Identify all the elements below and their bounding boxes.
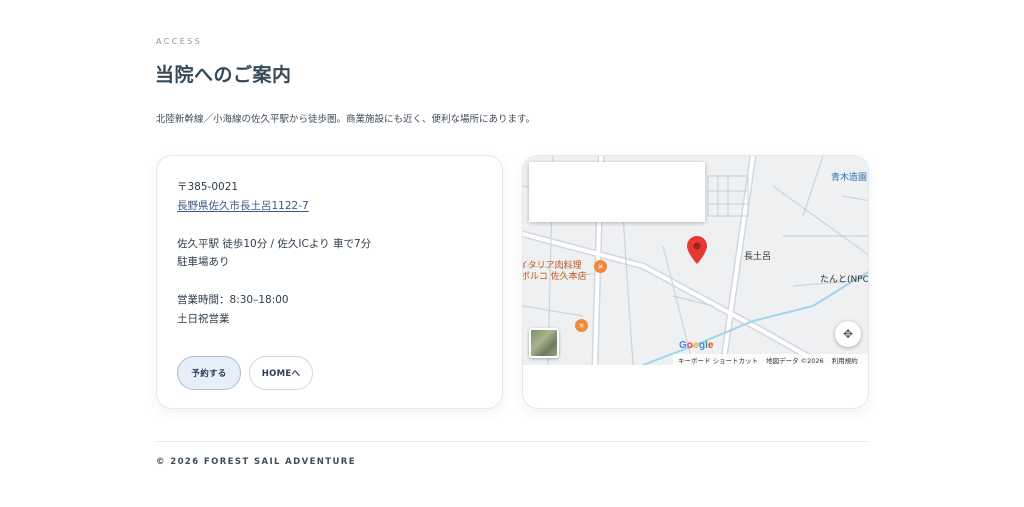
- map-label-aoki: 青木造園: [831, 173, 868, 183]
- keyboard-shortcuts-link[interactable]: キーボード ショートカット: [678, 355, 758, 365]
- embedded-map[interactable]: 青木造園 長土呂 たんと(NPO イタリア肉料理 ボルコ 佐久本店 ✕ ✕ ✥ …: [523, 156, 869, 365]
- lead-text: 北陸新幹線／小海線の佐久平駅から徒歩圏。商業施設にも近く、便利な場所にあります。: [156, 114, 536, 125]
- restaurant-poi-icon-2[interactable]: ✕: [575, 319, 588, 332]
- map-pan-control-icon[interactable]: ✥: [835, 321, 861, 347]
- map-label-restaurant-2: ボルコ 佐久本店: [523, 272, 587, 282]
- map-label-tando: たんと(NPO: [820, 275, 869, 285]
- address-link[interactable]: 長野県佐久市長土呂1122-7: [177, 198, 309, 213]
- parking-text: 駐車場あり: [177, 256, 230, 268]
- satellite-toggle-thumbnail[interactable]: [529, 328, 559, 358]
- page-title: 当院へのご案内: [155, 64, 292, 86]
- footer-divider: [156, 441, 869, 442]
- home-button[interactable]: HOMEへ: [249, 356, 313, 390]
- location-pin-icon[interactable]: [687, 236, 707, 264]
- holiday-text: 土日祝営業: [177, 313, 230, 325]
- business-hours: 営業時間：8:30–18:00: [177, 294, 289, 306]
- footer-copyright: © 2026 FOREST SAIL ADVENTURE: [156, 457, 356, 467]
- access-text: 佐久平駅 徒歩10分 / 佐久ICより 車で7分: [177, 238, 372, 250]
- google-logo: Google: [679, 340, 714, 351]
- map-label-nagatoro: 長土呂: [744, 252, 772, 262]
- map-data-text: 地図データ ©2026: [766, 356, 824, 365]
- terms-link[interactable]: 利用規約: [832, 355, 858, 365]
- restaurant-poi-icon[interactable]: ✕: [594, 260, 607, 273]
- access-info-card: 〒385-0021 長野県佐久市長土呂1122-7 佐久平駅 徒歩10分 / 佐…: [156, 155, 503, 409]
- map-attribution: キーボード ショートカット 地図データ ©2026 利用規約: [673, 354, 868, 365]
- reserve-button[interactable]: 予約する: [177, 356, 241, 390]
- postal-code: 〒385-0021: [177, 181, 239, 193]
- section-eyebrow: ACCESS: [156, 37, 203, 46]
- map-card: 青木造園 長土呂 たんと(NPO イタリア肉料理 ボルコ 佐久本店 ✕ ✕ ✥ …: [522, 155, 869, 409]
- map-info-window: [529, 162, 705, 222]
